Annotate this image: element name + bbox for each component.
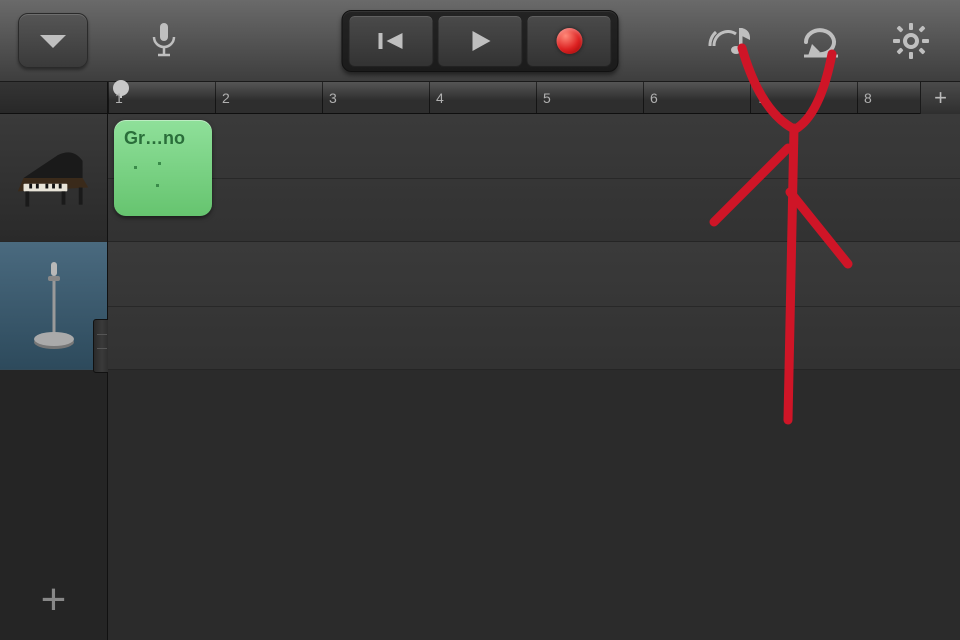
ruler-bar-marker: 6 — [643, 82, 658, 113]
record-button[interactable] — [527, 15, 612, 67]
ruler-corner — [0, 82, 108, 113]
ruler-track[interactable]: + 1 2 3 4 5 6 7 8 — [108, 82, 960, 113]
loop-button[interactable] — [796, 16, 846, 66]
add-bars-button[interactable]: + — [920, 82, 960, 114]
ruler-bar-marker: 2 — [215, 82, 230, 113]
track-headers: + — [0, 114, 108, 640]
ruler-bar-marker: 3 — [322, 82, 337, 113]
menu-button[interactable] — [18, 13, 88, 68]
ruler-bar-marker: 8 — [857, 82, 872, 113]
ruler-bar-marker: 7 — [750, 82, 765, 113]
transport-controls — [342, 10, 619, 72]
microphone-button[interactable] — [136, 13, 191, 68]
ruler-bar-marker: 4 — [429, 82, 444, 113]
add-track-button[interactable]: + — [0, 560, 107, 640]
instruments-button[interactable] — [706, 16, 756, 66]
timeline-ruler[interactable]: + 1 2 3 4 5 6 7 8 — [0, 82, 960, 114]
ruler-bar-marker: 1 — [108, 82, 123, 113]
plus-icon: + — [934, 85, 947, 111]
toolbar — [0, 0, 960, 82]
plus-icon: + — [41, 575, 67, 625]
play-button[interactable] — [438, 15, 523, 67]
midi-region[interactable]: Gr…no — [114, 120, 212, 216]
record-icon — [556, 28, 582, 54]
settings-button[interactable] — [886, 16, 936, 66]
track-header-piano[interactable] — [0, 114, 107, 242]
track-header-mic[interactable] — [0, 242, 107, 370]
mic-stand-icon — [14, 266, 94, 346]
rewind-button[interactable] — [349, 15, 434, 67]
tracks-area[interactable]: Gr…no — [108, 114, 960, 640]
right-toolbar — [706, 16, 942, 66]
region-label: Gr…no — [124, 128, 202, 149]
piano-icon — [14, 138, 94, 218]
ruler-bar-marker: 5 — [536, 82, 551, 113]
empty-area — [108, 370, 960, 640]
track-row[interactable]: Gr…no — [108, 114, 960, 242]
workspace: + Gr…no — [0, 114, 960, 640]
track-row[interactable] — [108, 242, 960, 370]
